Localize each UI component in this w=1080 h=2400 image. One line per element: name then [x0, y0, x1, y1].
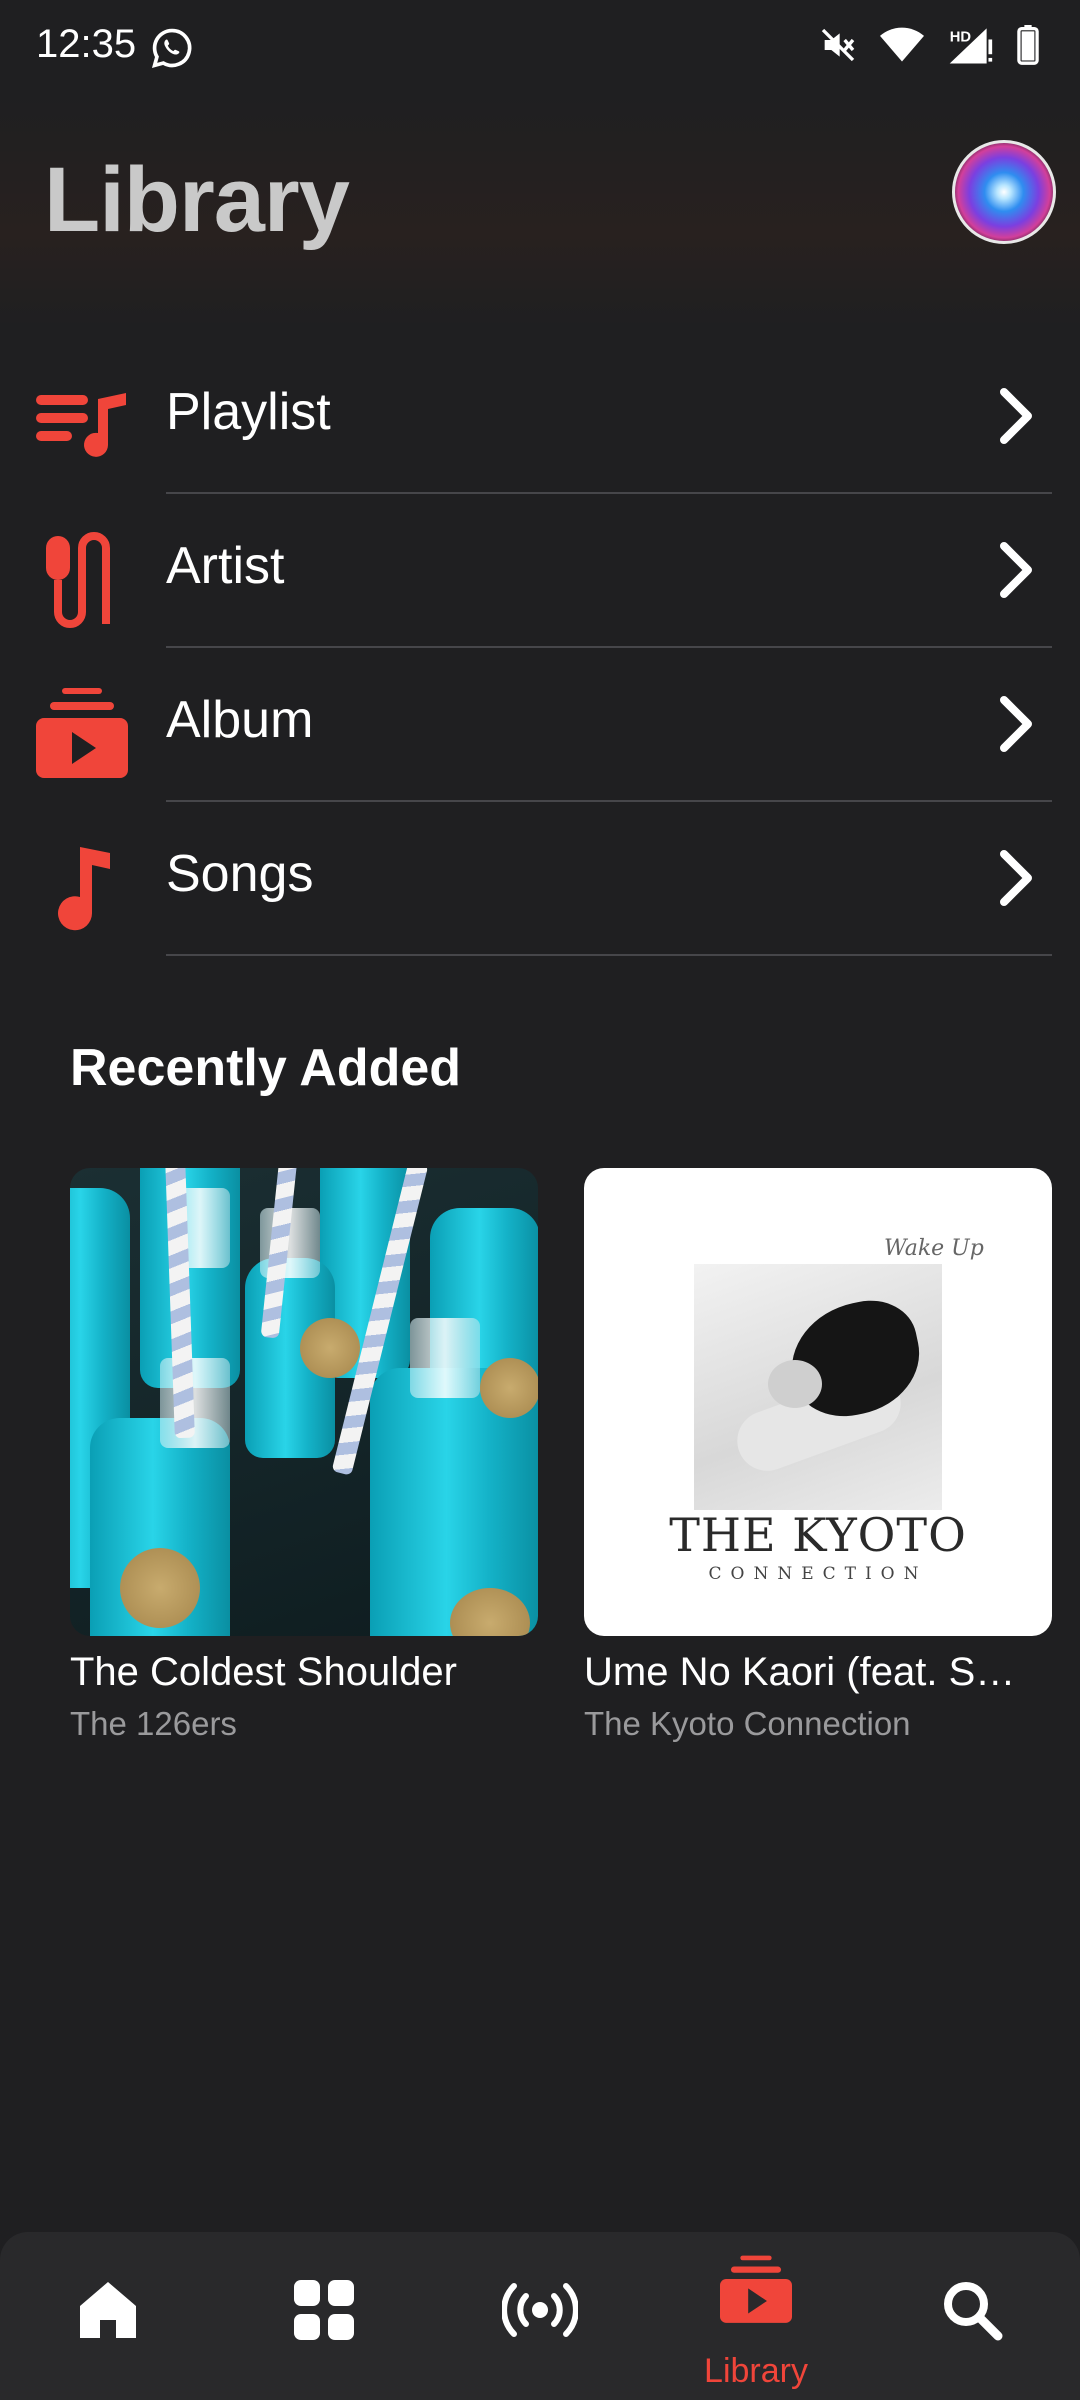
- artwork-band-text: THE KYOTO: [669, 1508, 967, 1562]
- card-title: The Coldest Shoulder: [70, 1650, 457, 1694]
- nav-browse[interactable]: [216, 2232, 432, 2400]
- status-bar: 12:35 HD: [0, 0, 1080, 96]
- status-icons: HD: [818, 24, 1040, 66]
- chevron-right-icon: [1000, 850, 1032, 906]
- artwork-connection-text: CONNECTION: [708, 1564, 928, 1584]
- whatsapp-icon: [151, 28, 192, 69]
- siri-icon[interactable]: [952, 140, 1056, 244]
- row-artist[interactable]: Artist: [0, 494, 1080, 648]
- artist-icon: [34, 532, 130, 628]
- recently-added-list: The Coldest Shoulder The 126ers Wake Up …: [70, 1168, 1054, 1743]
- divider: [166, 954, 1052, 956]
- nav-home[interactable]: [0, 2232, 216, 2400]
- row-songs[interactable]: Songs: [0, 802, 1080, 956]
- nav-label: Library: [704, 2352, 808, 2390]
- status-time: 12:35: [36, 22, 137, 66]
- chevron-right-icon: [1000, 696, 1032, 752]
- grid-icon: [294, 2280, 354, 2340]
- playlist-icon: [34, 378, 130, 474]
- chevron-right-icon: [1000, 542, 1032, 598]
- search-icon: [944, 2282, 1003, 2341]
- card-artist: The 126ers: [70, 1705, 237, 1742]
- album-card[interactable]: The Coldest Shoulder The 126ers: [70, 1168, 538, 1743]
- bottom-nav: Library: [0, 2232, 1080, 2400]
- library-screen: 12:35 HD Library Playlist Artist Album S…: [0, 0, 1080, 2400]
- page-title: Library: [44, 149, 350, 251]
- home-icon: [80, 2282, 136, 2338]
- card-artist: The Kyoto Connection: [584, 1705, 911, 1742]
- nav-radio[interactable]: [432, 2232, 648, 2400]
- library-list: Playlist Artist Album Songs: [0, 340, 1080, 956]
- radio-icon: [502, 2283, 578, 2337]
- card-title: Ume No Kaori (feat. S…: [584, 1650, 1016, 1694]
- battery-icon: [1017, 25, 1039, 65]
- nav-search[interactable]: [864, 2232, 1080, 2400]
- wifi-icon: [880, 27, 924, 62]
- library-icon: [720, 2255, 792, 2323]
- music-note-icon: [34, 840, 130, 936]
- album-card[interactable]: Wake Up THE KYOTO CONNECTION Ume No Kaor…: [584, 1168, 1052, 1743]
- nav-library[interactable]: Library: [648, 2232, 864, 2400]
- artwork-photo: [694, 1264, 942, 1510]
- album-icon: [34, 686, 130, 782]
- row-label: Album: [166, 691, 314, 749]
- hd-label: HD: [950, 29, 972, 45]
- hd-signal-icon: HD: [949, 28, 993, 64]
- mute-icon: [821, 28, 855, 62]
- row-album[interactable]: Album: [0, 648, 1080, 802]
- row-label: Playlist: [166, 383, 331, 441]
- album-artwork: Wake Up THE KYOTO CONNECTION: [584, 1168, 1052, 1636]
- row-playlist[interactable]: Playlist: [0, 340, 1080, 494]
- recently-added-title: Recently Added: [70, 1039, 462, 1097]
- row-label: Songs: [166, 845, 314, 903]
- chevron-right-icon: [1000, 388, 1032, 444]
- row-label: Artist: [166, 537, 285, 595]
- artwork-wake-up-text: Wake Up: [884, 1236, 984, 1261]
- album-artwork: [70, 1168, 538, 1636]
